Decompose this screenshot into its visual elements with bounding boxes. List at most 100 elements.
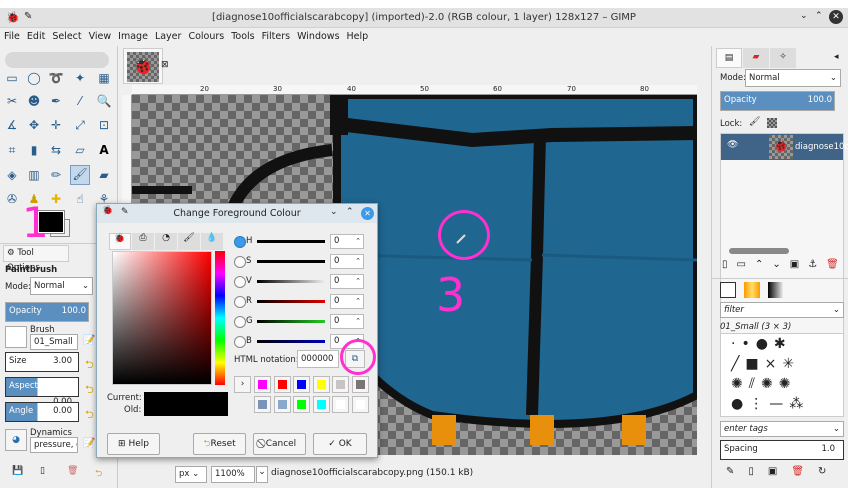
blend-icon[interactable]: ▥ (26, 167, 42, 183)
dynamics-icon[interactable]: ◕ (5, 429, 27, 451)
colour-history-swatch[interactable] (312, 376, 330, 393)
paths-icon[interactable]: ✒ (48, 93, 64, 109)
channel-spinner-r[interactable]: 0 ⌃ (330, 294, 364, 309)
gradient-icon[interactable]: ▮ (26, 142, 42, 158)
channel-slider-s[interactable] (257, 260, 325, 263)
smudge-icon[interactable]: ☝ (72, 191, 88, 207)
channel-spinner-v[interactable]: 0 ⌃ (330, 274, 364, 289)
tab-wheel[interactable]: ◔ (155, 233, 177, 250)
tab-cmyk[interactable]: ⎙ (132, 233, 154, 250)
edit-dynamics-icon[interactable]: 📝 (83, 438, 95, 449)
channel-spinner-h[interactable]: 0 ⌃ (330, 234, 364, 249)
channel-slider-r[interactable] (257, 300, 325, 303)
channel-slider-b[interactable] (257, 340, 325, 343)
bucket-fill-icon[interactable]: ◈ (4, 167, 20, 183)
ok-button[interactable]: ✓ OK (313, 433, 367, 455)
close-image-tab-icon[interactable]: ⊠ (161, 60, 169, 70)
colour-history-swatch[interactable] (332, 396, 349, 413)
minimize-button[interactable]: ⌄ (800, 11, 808, 21)
zoom-select[interactable]: 1100% (211, 466, 255, 483)
radio-g[interactable] (234, 316, 246, 328)
color-picker-icon[interactable]: ⁄ (72, 93, 88, 109)
image-tab[interactable]: 🐞 (123, 48, 163, 84)
unit-select[interactable]: px ⌄ (175, 466, 207, 483)
brush-tags-field[interactable]: enter tags ⌄ (720, 421, 844, 437)
visibility-eye-icon[interactable]: 👁 (727, 140, 738, 150)
colour-history-swatch[interactable] (293, 376, 310, 393)
brush-preview[interactable] (5, 326, 27, 348)
layer-buttons[interactable]: ▯▭⌃⌄▣⚓🗑 (722, 259, 848, 270)
dialog-maximize-button[interactable]: ⌃ (346, 207, 354, 217)
perspective-icon[interactable]: ▱ (72, 142, 88, 158)
colour-history-swatch[interactable] (351, 396, 369, 413)
channel-spinner-g[interactable]: 0 ⌃ (330, 314, 364, 329)
colour-history-swatch[interactable] (273, 376, 291, 393)
zoom-icon[interactable]: 🔍 (96, 93, 112, 109)
radio-s[interactable] (234, 256, 246, 268)
menu-select[interactable]: Select (48, 28, 84, 42)
colour-history-swatch[interactable] (351, 376, 369, 393)
tab-gradients[interactable] (768, 282, 784, 298)
dynamics-field[interactable]: pressure, op (30, 437, 78, 453)
angle-spinner[interactable]: Angle 0.00 (5, 402, 79, 422)
tab-channels[interactable]: ▰ (743, 48, 769, 68)
tab-gimp-selector[interactable]: 🐞 (109, 233, 131, 250)
brush-filter-field[interactable]: filter ⌄ (720, 302, 844, 318)
tab-paths[interactable]: ✧ (770, 48, 796, 68)
tab-layers[interactable]: ▤ (716, 48, 742, 68)
lock-pixels-icon[interactable]: 🖌 (749, 117, 760, 127)
channel-slider-g[interactable] (257, 320, 325, 323)
reset-options-icon[interactable]: ⮌ (95, 466, 102, 482)
restore-options-icon[interactable]: ▯ (40, 466, 45, 476)
layers-scrollbar[interactable] (729, 248, 789, 254)
help-button[interactable]: ⊞ Help (107, 433, 160, 455)
saturation-value-picker[interactable] (112, 251, 212, 385)
menu-edit[interactable]: Edit (23, 28, 48, 42)
dialog-close-button[interactable]: ✕ (361, 207, 374, 220)
reset-size-icon[interactable]: ⮌ (85, 356, 94, 375)
eraser-icon[interactable]: ▰ (96, 167, 112, 183)
heal-icon[interactable]: ✚ (48, 191, 64, 207)
brushes-grid[interactable]: ·•●✱ ╱■×✳ ✺⫽✺✺ ●⋮—⁂ (720, 333, 844, 417)
hue-strip[interactable] (215, 251, 225, 385)
channel-spinner-s[interactable]: 0 ⌃ (330, 254, 364, 269)
maximize-button[interactable]: ⌃ (815, 11, 823, 21)
colour-history-swatch[interactable] (254, 396, 271, 413)
colour-history-swatch[interactable] (312, 396, 330, 413)
layer-opacity-slider[interactable]: Opacity 100.0 (720, 91, 835, 111)
select-by-color-icon[interactable]: ▦ (96, 70, 112, 86)
menu-tools[interactable]: Tools (227, 28, 257, 42)
menu-view[interactable]: View (85, 28, 115, 42)
spacing-spinner[interactable]: Spacing 1.0 (720, 440, 844, 460)
rect-select-icon[interactable]: ▭ (4, 70, 20, 86)
scale-icon[interactable]: ⊡ (96, 117, 112, 133)
brush-buttons[interactable]: ✎▯▣🗑↻ (726, 466, 840, 477)
zoom-dropdown-button[interactable]: ⌄ (256, 466, 268, 483)
lock-alpha-icon[interactable] (767, 118, 777, 128)
transform-icon[interactable]: ⤢ (72, 117, 88, 133)
menu-colours[interactable]: Colours (184, 28, 227, 42)
colour-history-swatch[interactable] (254, 376, 271, 393)
colour-history-swatch[interactable] (293, 396, 310, 413)
reset-button[interactable]: ⮌Reset (193, 433, 246, 455)
reset-angle-icon[interactable]: ⮌ (85, 406, 94, 425)
paintbrush-icon[interactable]: 🖌 (70, 165, 90, 185)
radio-h[interactable] (234, 236, 246, 248)
crop-icon[interactable]: ⌗ (4, 142, 20, 158)
menu-windows[interactable]: Windows (293, 28, 342, 42)
close-button[interactable]: ✕ (829, 10, 843, 24)
tab-tool-options[interactable]: ⚙ Tool Options (3, 245, 69, 273)
ellipse-select-icon[interactable]: ◯ (26, 70, 42, 86)
radio-b[interactable] (234, 336, 246, 348)
radio-r[interactable] (234, 296, 246, 308)
delete-options-icon[interactable]: 🗑 (67, 466, 78, 476)
colour-history-swatch[interactable] (273, 396, 291, 413)
tab-patterns[interactable] (744, 282, 760, 298)
menu-file[interactable]: File (0, 28, 23, 42)
tab-watercolor[interactable]: 🖌 (178, 233, 200, 250)
move-icon[interactable]: ✥ (26, 117, 42, 133)
dialog-minimize-button[interactable]: ⌄ (330, 207, 338, 217)
history-expand-button[interactable]: › (234, 376, 251, 393)
lasso-icon[interactable]: ➰ (48, 70, 64, 86)
radio-v[interactable] (234, 276, 246, 288)
